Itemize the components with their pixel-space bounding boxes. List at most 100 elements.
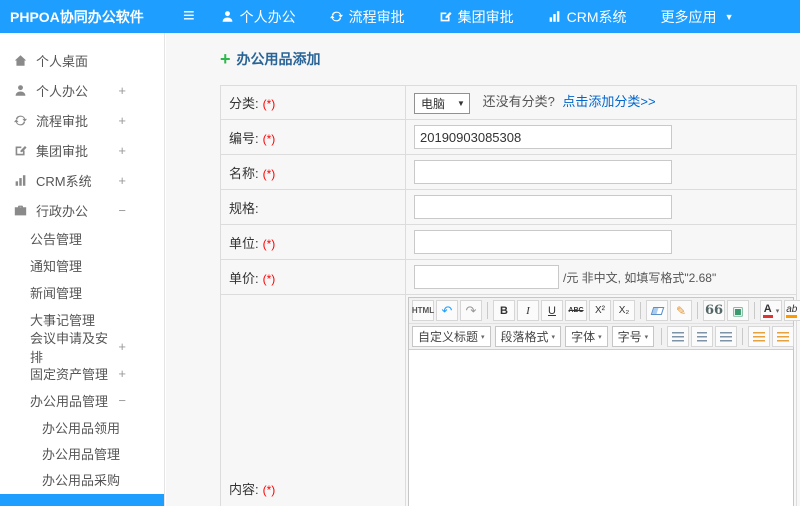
nav-personal-office[interactable]: 个人办公	[221, 7, 296, 27]
spec-input[interactable]	[414, 195, 672, 219]
sidebar-item-group-approval[interactable]: 集团审批 +	[0, 135, 164, 165]
sidebar-item-label: 流程审批	[36, 113, 89, 129]
topbar: PHPOA协同办公软件 ≡ 个人办公 流程审批 集团审批 CRM系统 更多应用 …	[0, 0, 800, 33]
paragraph-format-select[interactable]: 段落格式 ▾	[494, 326, 562, 347]
sync-icon	[329, 10, 343, 23]
align-right-button[interactable]	[715, 326, 738, 347]
unit-label: 单位: (*)	[220, 224, 406, 260]
superscript-button[interactable]: X²	[589, 300, 611, 321]
source-code-button[interactable]: HTML	[412, 300, 434, 321]
sidebar-item-supplies-manage[interactable]: 办公用品管理	[0, 440, 164, 466]
sidebar-item-crm[interactable]: CRM系统 +	[0, 165, 164, 195]
sidebar-item-desktop[interactable]: 个人桌面	[0, 45, 164, 75]
redo-button[interactable]: ↷	[460, 300, 482, 321]
underline-button[interactable]: U	[541, 300, 563, 321]
heading-select[interactable]: 自定义标题 ▾	[412, 326, 491, 347]
nav-label: 更多应用	[660, 8, 717, 25]
sidebar-item-fixed-assets-mgmt[interactable]: 固定资产管理 +	[0, 360, 164, 387]
insert-image-button[interactable]: ▣	[727, 300, 749, 321]
field-label: 规格:	[229, 200, 259, 216]
sidebar-item-label: 办公用品领用	[42, 420, 121, 436]
italic-button[interactable]: I	[517, 300, 539, 321]
sidebar-item-meeting-mgmt[interactable]: 会议申请及安排 +	[0, 331, 164, 365]
sidebar-item-news-mgmt[interactable]: 新闻管理	[0, 279, 164, 306]
editor-content-area[interactable]	[409, 349, 793, 506]
unordered-list-button[interactable]	[772, 326, 795, 347]
highlight-color-button[interactable]: ab ▾	[784, 300, 800, 321]
font-family-select[interactable]: 字体 ▾	[565, 326, 608, 347]
field-label: 名称:	[229, 165, 259, 181]
toolbar-separator	[754, 302, 755, 319]
format-brush-button[interactable]: ✎	[670, 300, 692, 321]
sidebar-item-label: 新闻管理	[30, 286, 83, 301]
nav-label: 个人办公	[239, 8, 296, 25]
user-icon	[14, 84, 27, 97]
category-label: 分类: (*)	[220, 85, 406, 120]
required-mark: (*)	[262, 97, 276, 111]
name-cell	[405, 154, 797, 190]
bold-button[interactable]: B	[493, 300, 515, 321]
font-color-button[interactable]: A ▾	[760, 300, 782, 321]
name-label: 名称: (*)	[220, 154, 406, 190]
expand-icon: +	[118, 172, 126, 188]
sidebar-item-announcement-mgmt[interactable]: 公告管理	[0, 225, 164, 252]
heading-select-value: 自定义标题	[418, 330, 479, 344]
spec-label: 规格:	[220, 189, 406, 225]
home-icon	[14, 54, 27, 67]
expand-icon: +	[118, 339, 126, 354]
bar-chart-icon	[548, 10, 561, 23]
ordered-list-button[interactable]	[748, 326, 771, 347]
add-category-link[interactable]: 点击添加分类>>	[562, 94, 655, 109]
category-select[interactable]: 电脑 ▼	[414, 92, 470, 114]
menu-icon[interactable]: ≡	[165, 6, 195, 28]
nav-label: 流程审批	[348, 8, 405, 25]
caret-down-icon: ▾	[644, 333, 649, 341]
field-label: 单位:	[229, 235, 259, 251]
caret-down-icon: ▾	[551, 333, 556, 341]
required-mark: (*)	[262, 271, 276, 286]
code-input[interactable]	[414, 125, 672, 149]
sidebar-item-label: CRM系统	[36, 173, 92, 189]
nav-more-apps[interactable]: 更多应用 ▼	[661, 7, 734, 27]
sidebar-item-supplies-purchase[interactable]: 办公用品采购	[0, 466, 164, 492]
expand-icon: +	[118, 112, 126, 128]
sidebar-item-label: 大事记管理	[30, 313, 96, 328]
align-left-button[interactable]	[667, 326, 690, 347]
spec-cell	[405, 189, 797, 225]
form-row-code: 编号: (*)	[220, 119, 797, 155]
sidebar-item-office-supplies-mgmt[interactable]: 办公用品管理 −	[0, 387, 164, 414]
unordered-list-icon	[777, 331, 790, 342]
sidebar-item-supplies-claim[interactable]: 办公用品领用	[0, 414, 164, 440]
user-icon	[221, 10, 234, 23]
font-size-select[interactable]: 字号 ▾	[611, 326, 655, 347]
nav-crm[interactable]: CRM系统	[548, 7, 627, 27]
sidebar-item-workflow-approval[interactable]: 流程审批 +	[0, 105, 164, 135]
sidebar-item-notice-mgmt[interactable]: 通知管理	[0, 252, 164, 279]
expand-icon: +	[118, 366, 126, 381]
undo-button[interactable]: ↶	[436, 300, 458, 321]
sidebar-item-active-partial[interactable]	[0, 494, 164, 506]
price-input[interactable]	[414, 265, 559, 289]
sidebar-item-label: 公告管理	[30, 232, 83, 247]
add-icon: +	[220, 49, 231, 69]
nav-workflow-approval[interactable]: 流程审批	[329, 7, 405, 27]
unit-input[interactable]	[414, 230, 672, 254]
sidebar-item-label: 个人办公	[36, 83, 89, 99]
align-center-button[interactable]	[691, 326, 714, 347]
blockquote-button[interactable]: 66	[703, 300, 725, 321]
strikethrough-button[interactable]: ABC	[565, 300, 587, 321]
supply-add-form: 分类:(*) 电脑 ▼ 还没有分类? 点击添加分类>> 编号:(*) 名称:(*…	[220, 85, 800, 506]
sidebar-item-personal-office[interactable]: 个人办公 +	[0, 75, 164, 105]
align-right-icon	[720, 331, 733, 342]
paragraph-format-value: 段落格式	[500, 330, 549, 344]
sidebar-item-label: 办公用品采购	[42, 472, 121, 488]
subscript-button[interactable]: X₂	[613, 300, 635, 321]
sidebar-item-admin-office[interactable]: 行政办公 −	[0, 195, 164, 225]
nav-group-approval[interactable]: 集团审批	[439, 7, 514, 27]
top-nav: 个人办公 流程审批 集团审批 CRM系统 更多应用 ▼	[221, 7, 734, 27]
unit-cell	[405, 224, 797, 260]
price-format-hint: /元 非中文, 如填写格式"2.68"	[563, 270, 717, 285]
category-cell: 电脑 ▼ 还没有分类? 点击添加分类>>	[405, 85, 797, 120]
name-input[interactable]	[414, 160, 672, 184]
eraser-button[interactable]	[646, 300, 668, 321]
